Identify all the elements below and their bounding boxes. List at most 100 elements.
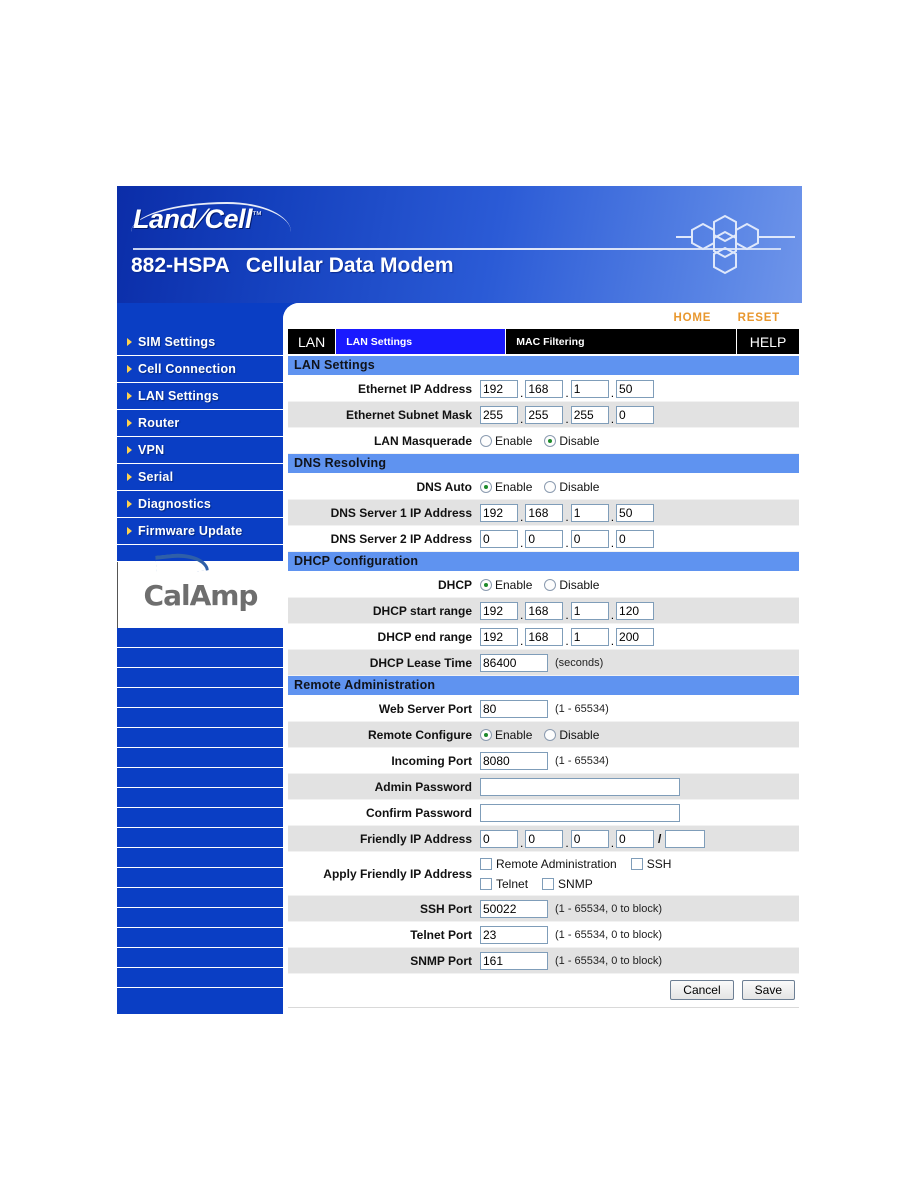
chevron-right-icon <box>127 526 132 535</box>
sidebar-item-label: Serial <box>138 470 174 484</box>
row-apply-friendly-ip: Apply Friendly IP Address Remote Adminis… <box>288 852 799 896</box>
dhcp-start-octet-2[interactable] <box>525 601 564 620</box>
web-server-port-input[interactable] <box>480 699 548 718</box>
sidebar-item-lan-settings[interactable]: LAN Settings <box>117 383 283 410</box>
dhcp-disable-option[interactable]: Disable <box>544 578 599 592</box>
sidebar-item-diagnostics[interactable]: Diagnostics <box>117 491 283 518</box>
radio-icon <box>544 578 557 591</box>
dns-auto-disable-option[interactable]: Disable <box>544 480 599 494</box>
telnet-port-input[interactable] <box>480 925 548 944</box>
dhcp-lease-input[interactable] <box>480 653 548 672</box>
form-actions: Cancel Save <box>288 974 799 1008</box>
section-header-remote-administration: Remote Administration <box>288 676 799 696</box>
friendly-ip-cidr-input[interactable] <box>665 829 706 848</box>
dhcp-enable-option[interactable]: Enable <box>480 578 532 592</box>
sidebar-item-cell-connection[interactable]: Cell Connection <box>117 356 283 383</box>
reset-link[interactable]: RESET <box>738 312 780 324</box>
ethernet-ip-octet-2[interactable] <box>525 379 564 398</box>
subnet-octet-3[interactable] <box>570 405 609 424</box>
octet-separator: . <box>520 509 524 524</box>
row-admin-password: Admin Password <box>288 774 799 800</box>
friendly-ip-octet-4[interactable] <box>616 829 655 848</box>
ethernet-ip-octet-1[interactable] <box>480 379 518 398</box>
dhcp-end-octet-1[interactable] <box>480 627 518 646</box>
row-ethernet-ip: Ethernet IP Address . . . <box>288 376 799 402</box>
apply-ssh-checkbox[interactable]: SSH <box>630 856 672 871</box>
tab-lan[interactable]: LAN <box>288 329 337 354</box>
dns1-octet-1[interactable] <box>480 503 518 522</box>
dns1-octet-3[interactable] <box>570 503 609 522</box>
snmp-port-label: SNMP Port <box>410 953 472 968</box>
model-subtitle: Cellular Data Modem <box>245 254 454 277</box>
save-button[interactable]: Save <box>741 980 795 1000</box>
dns2-octet-1[interactable] <box>480 529 518 548</box>
dhcp-start-octet-3[interactable] <box>570 601 609 620</box>
subnet-octet-4[interactable] <box>616 405 655 424</box>
tab-label: LAN Settings <box>346 335 413 348</box>
snmp-port-hint: (1 - 65534, 0 to block) <box>555 954 663 967</box>
confirm-password-input[interactable] <box>480 803 680 822</box>
incoming-port-input[interactable] <box>480 751 548 770</box>
sidebar-item-firmware-update[interactable]: Firmware Update <box>117 518 283 545</box>
row-dhcp-start-range: DHCP start range . . . <box>288 598 799 624</box>
row-ssh-port: SSH Port (1 - 65534, 0 to block) <box>288 896 799 922</box>
apply-telnet-checkbox[interactable]: Telnet <box>480 877 528 891</box>
sidebar-item-vpn[interactable]: VPN <box>117 437 283 464</box>
row-dns-auto: DNS Auto Enable Disable <box>288 474 799 500</box>
subnet-octet-1[interactable] <box>480 405 518 424</box>
octet-separator: . <box>520 535 524 550</box>
tab-lan-settings[interactable]: LAN Settings <box>336 329 507 354</box>
dns2-octet-2[interactable] <box>525 529 564 548</box>
checkbox-label: SSH <box>646 856 672 871</box>
dns-auto-enable-option[interactable]: Enable <box>480 480 532 494</box>
tab-help[interactable]: HELP <box>737 329 799 354</box>
ssh-port-input[interactable] <box>480 899 548 918</box>
dhcp-end-octet-3[interactable] <box>570 627 609 646</box>
section-header-lan-settings: LAN Settings <box>288 356 799 376</box>
checkbox-label: SNMP <box>558 876 593 891</box>
sidebar-filler <box>117 628 283 648</box>
section-header-dns-resolving: DNS Resolving <box>288 454 799 474</box>
octet-separator: . <box>565 509 569 524</box>
dns1-octet-4[interactable] <box>616 503 655 522</box>
sidebar-item-sim-settings[interactable]: SIM Settings <box>117 329 283 356</box>
apply-snmp-checkbox[interactable]: SNMP <box>542 877 593 891</box>
dhcp-end-octet-2[interactable] <box>525 627 564 646</box>
dns-auto-label: DNS Auto <box>416 479 472 494</box>
home-link[interactable]: HOME <box>674 312 712 324</box>
radio-label: Enable <box>495 433 533 448</box>
subnet-octet-2[interactable] <box>525 405 564 424</box>
octet-separator: . <box>565 535 569 550</box>
dns1-octet-2[interactable] <box>525 503 564 522</box>
sidebar-item-router[interactable]: Router <box>117 410 283 437</box>
dhcp-start-octet-4[interactable] <box>616 601 655 620</box>
sidebar-item-label: Diagnostics <box>138 497 212 511</box>
cancel-button[interactable]: Cancel <box>670 980 734 1000</box>
dns2-octet-4[interactable] <box>616 529 655 548</box>
sidebar-filler <box>117 768 283 788</box>
sidebar-item-serial[interactable]: Serial <box>117 464 283 491</box>
checkbox-icon <box>630 857 643 870</box>
remote-configure-disable-option[interactable]: Disable <box>544 728 599 742</box>
dhcp-start-octet-1[interactable] <box>480 601 518 620</box>
friendly-ip-octet-3[interactable] <box>570 829 609 848</box>
apply-remote-administration-checkbox[interactable]: Remote Administration <box>480 857 617 871</box>
friendly-ip-octet-1[interactable] <box>480 829 518 848</box>
friendly-ip-octet-2[interactable] <box>525 829 564 848</box>
lan-masquerade-disable-option[interactable]: Disable <box>544 434 599 448</box>
sidebar-filler <box>117 848 283 868</box>
dns2-octet-3[interactable] <box>570 529 609 548</box>
section-header-dhcp-configuration: DHCP Configuration <box>288 552 799 572</box>
tab-mac-filtering[interactable]: MAC Filtering <box>506 329 737 354</box>
ethernet-ip-octet-4[interactable] <box>616 379 655 398</box>
ethernet-ip-octet-3[interactable] <box>570 379 609 398</box>
dhcp-end-octet-4[interactable] <box>616 627 655 646</box>
sidebar-item-label: VPN <box>138 443 165 457</box>
lan-masquerade-enable-option[interactable]: Enable <box>480 434 532 448</box>
remote-configure-enable-option[interactable]: Enable <box>480 728 532 742</box>
sidebar-filler <box>117 728 283 748</box>
admin-password-input[interactable] <box>480 777 680 796</box>
dhcp-lease-label: DHCP Lease Time <box>369 655 472 670</box>
octet-separator: . <box>610 385 615 400</box>
snmp-port-input[interactable] <box>480 951 548 970</box>
